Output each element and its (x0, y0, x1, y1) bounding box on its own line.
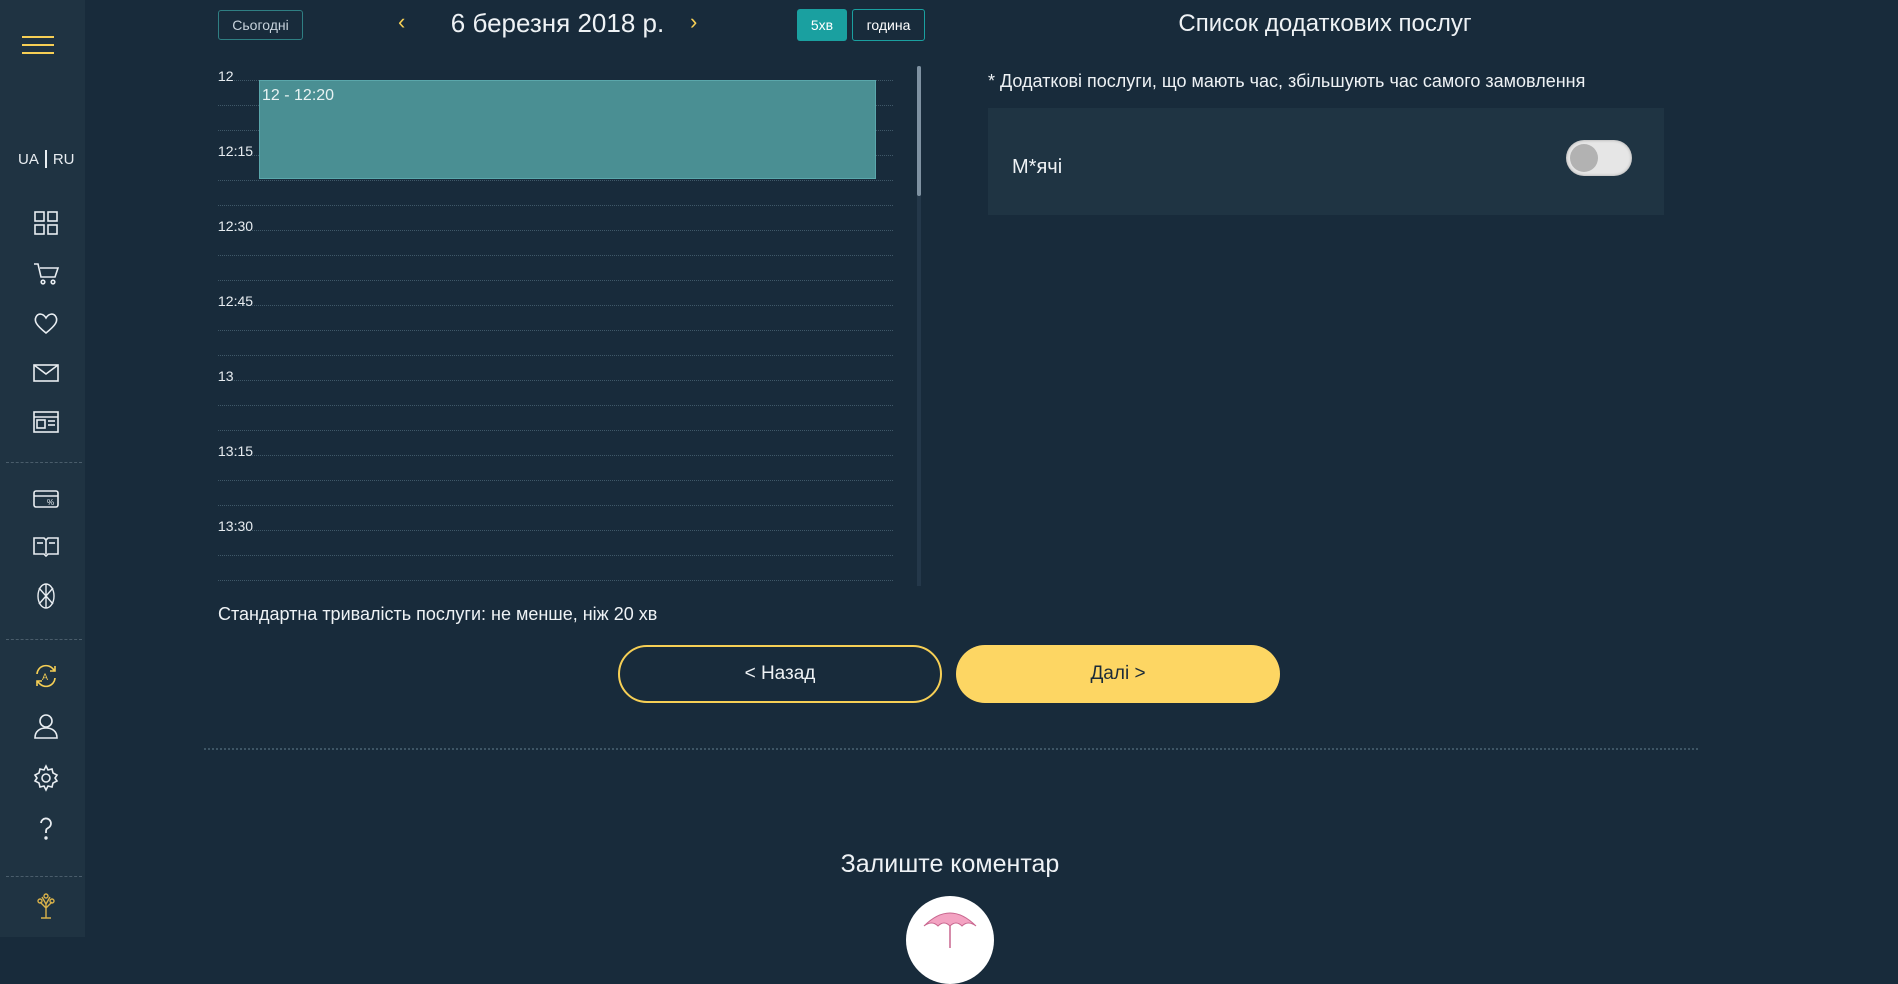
services-title: Список додаткових послуг (1178, 10, 1472, 37)
time-label: 13 (218, 368, 234, 384)
lang-ua[interactable]: UA (18, 151, 39, 168)
sidebar: UA RU % A (0, 0, 85, 937)
book-icon[interactable] (30, 530, 62, 562)
user-icon[interactable] (30, 710, 62, 742)
schedule-grid[interactable]: 12 12:15 12:30 12:45 13 13:15 13:30 12 -… (218, 62, 920, 582)
booking-slot[interactable]: 12 - 12:20 (259, 80, 876, 179)
services-note: * Додаткові послуги, що мають час, збіль… (988, 71, 1586, 91)
dashboard-icon[interactable] (30, 207, 62, 239)
time-label: 13:15 (218, 443, 254, 459)
time-label: 12:15 (218, 143, 254, 159)
scale-hour-button[interactable]: година (852, 9, 925, 41)
today-button[interactable]: Сьогодні (218, 10, 303, 40)
time-label: 12 (218, 68, 234, 84)
service-item: М*ячі (988, 108, 1664, 215)
gear-icon[interactable] (30, 762, 62, 794)
back-button[interactable]: < Назад (618, 645, 942, 703)
service-toggle[interactable] (1566, 140, 1632, 176)
prev-day-button[interactable]: ‹ (398, 9, 405, 35)
card-discount-icon[interactable]: % (30, 483, 62, 515)
comment-title: Залиште коментар (840, 850, 1060, 878)
toggle-knob (1570, 144, 1598, 172)
lang-ru[interactable]: RU (53, 151, 75, 168)
duration-text: Стандартна тривалість послуги: не менше,… (218, 604, 658, 624)
heart-icon[interactable] (30, 307, 62, 339)
refresh-a-icon[interactable]: A (30, 660, 62, 692)
current-date: 6 березня 2018 р. (450, 8, 665, 38)
schedule-scrollbar-thumb[interactable] (917, 66, 921, 196)
time-label: 12:45 (218, 293, 254, 309)
svg-text:%: % (47, 498, 54, 507)
next-day-button[interactable]: › (690, 9, 697, 35)
avatar (906, 896, 994, 984)
time-label: 13:30 (218, 518, 254, 534)
booking-time-label: 12 - 12:20 (262, 87, 335, 104)
time-label: 12:30 (218, 218, 254, 234)
aperture-icon[interactable] (30, 580, 62, 612)
mail-icon[interactable] (30, 357, 62, 389)
news-icon[interactable] (30, 406, 62, 438)
help-icon[interactable] (30, 812, 62, 844)
divider (204, 748, 1698, 750)
service-name: М*ячі (1012, 156, 1063, 178)
svg-text:A: A (42, 672, 48, 682)
cart-icon[interactable] (30, 257, 62, 289)
scale-5min-button[interactable]: 5хв (797, 9, 847, 41)
language-switcher: UA RU (18, 150, 75, 168)
tree-logo-icon[interactable] (30, 890, 62, 922)
menu-icon[interactable] (22, 36, 54, 58)
next-button[interactable]: Далі > (956, 645, 1280, 703)
